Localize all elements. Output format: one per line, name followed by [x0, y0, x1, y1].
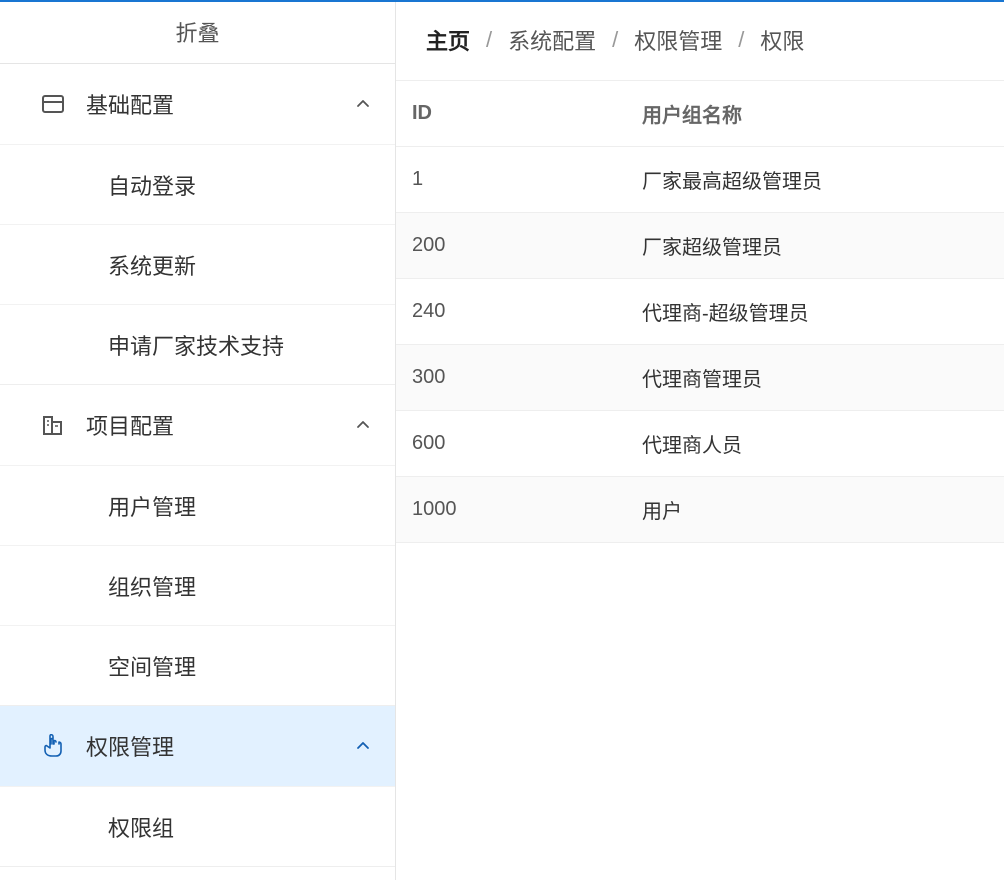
top-accent-bar [0, 0, 1004, 2]
cell-name: 厂家最高超级管理员 [642, 165, 988, 194]
table-row[interactable]: 240代理商-超级管理员 [396, 279, 1004, 345]
chevron-up-icon [355, 417, 371, 433]
menu-header[interactable]: 项目配置 [0, 385, 395, 465]
chevron-up-icon [355, 738, 371, 754]
menu-header-label: 权限管理 [86, 730, 355, 762]
table-row[interactable]: 600代理商人员 [396, 411, 1004, 477]
table-row[interactable]: 200厂家超级管理员 [396, 213, 1004, 279]
menu-item[interactable]: 权限组 [0, 786, 395, 866]
table-row[interactable]: 1厂家最高超级管理员 [396, 147, 1004, 213]
cell-name: 厂家超级管理员 [642, 231, 988, 260]
menu-section: 权限管理权限组 [0, 706, 395, 867]
collapse-button[interactable]: 折叠 [0, 0, 395, 64]
card-icon [42, 95, 70, 113]
cell-name: 代理商-超级管理员 [642, 297, 988, 326]
menu-section: 基础配置自动登录系统更新申请厂家技术支持 [0, 64, 395, 385]
building-icon [42, 414, 70, 436]
permissions-table: ID用户组名称1厂家最高超级管理员200厂家超级管理员240代理商-超级管理员3… [396, 81, 1004, 543]
menu-item-label: 自动登录 [108, 169, 196, 201]
menu-item-label: 用户管理 [108, 490, 196, 522]
cell-name: 代理商人员 [642, 429, 988, 458]
cell-name: 代理商管理员 [642, 363, 988, 392]
table-header-row: ID用户组名称 [396, 81, 1004, 147]
menu-item[interactable]: 用户管理 [0, 465, 395, 545]
cell-id: 1 [412, 168, 642, 191]
menu-item[interactable]: 自动登录 [0, 144, 395, 224]
menu-header[interactable]: 基础配置 [0, 64, 395, 144]
chevron-up-icon [355, 96, 371, 112]
cell-id: 300 [412, 366, 642, 389]
main-content: 主页/系统配置/权限管理/权限 ID用户组名称1厂家最高超级管理员200厂家超级… [396, 0, 1004, 880]
menu-item-label: 申请厂家技术支持 [108, 329, 284, 361]
breadcrumb: 主页 / 系统配置 / 权限管理 / 权限 [396, 0, 1004, 81]
collapse-label: 折叠 [175, 16, 219, 48]
menu-item[interactable]: 空间管理 [0, 625, 395, 705]
cell-id: 200 [412, 234, 642, 257]
menu-item[interactable]: 组织管理 [0, 545, 395, 625]
cell-id: 600 [412, 432, 642, 455]
menu-section: 项目配置用户管理组织管理空间管理 [0, 385, 395, 706]
breadcrumb-item[interactable]: 主页 [426, 24, 470, 56]
cell-id: 1000 [412, 498, 642, 521]
pointer-icon [42, 734, 70, 758]
menu-item-label: 组织管理 [108, 570, 196, 602]
menu-header[interactable]: 权限管理 [0, 706, 395, 786]
cell-name: 用户 [642, 495, 988, 524]
menu-item-label: 权限组 [108, 811, 174, 843]
breadcrumb-separator: / [486, 27, 492, 53]
breadcrumb-separator: / [738, 27, 744, 53]
menu-item-label: 系统更新 [108, 249, 196, 281]
table-header-id: ID [412, 102, 642, 125]
table-row[interactable]: 300代理商管理员 [396, 345, 1004, 411]
menu-item[interactable]: 系统更新 [0, 224, 395, 304]
table-row[interactable]: 1000用户 [396, 477, 1004, 543]
breadcrumb-item[interactable]: 权限 [760, 24, 804, 56]
menu-item[interactable]: 申请厂家技术支持 [0, 304, 395, 384]
menu-header-label: 基础配置 [86, 88, 355, 120]
table-header-name: 用户组名称 [642, 99, 988, 128]
menu-item-label: 空间管理 [108, 650, 196, 682]
menu-header-label: 项目配置 [86, 409, 355, 441]
breadcrumb-separator: / [612, 27, 618, 53]
breadcrumb-item[interactable]: 权限管理 [634, 24, 722, 56]
cell-id: 240 [412, 300, 642, 323]
breadcrumb-item[interactable]: 系统配置 [508, 24, 596, 56]
sidebar: 折叠 基础配置自动登录系统更新申请厂家技术支持项目配置用户管理组织管理空间管理权… [0, 0, 396, 880]
